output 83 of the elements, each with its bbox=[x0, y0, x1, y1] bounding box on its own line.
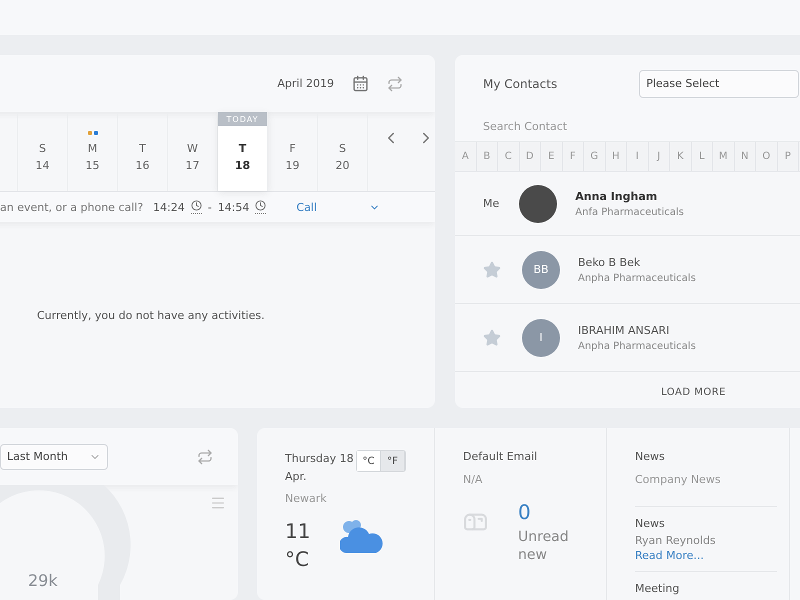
letter-filter[interactable]: K bbox=[670, 142, 692, 171]
day-cell[interactable]: T 16 bbox=[118, 112, 168, 191]
letter-filter[interactable]: D bbox=[520, 142, 541, 171]
contact-name: Anna Ingham bbox=[575, 190, 658, 202]
company-name: Anpha Pharmaceuticals bbox=[578, 272, 696, 284]
empty-message: Currently, you do not have any activities. bbox=[37, 308, 265, 322]
temperature: 11 bbox=[285, 519, 310, 543]
period-select[interactable]: Last Month bbox=[0, 444, 108, 470]
day-cell[interactable]: TODAY T 18 bbox=[218, 112, 268, 191]
dash: - bbox=[208, 200, 212, 214]
weekday-label: M bbox=[88, 141, 98, 157]
news-title: Meeting bbox=[635, 582, 680, 595]
news-title: News bbox=[635, 517, 666, 530]
weather-date: Thursday 18 Apr. bbox=[285, 451, 354, 485]
date-label: 18 bbox=[234, 158, 250, 174]
letter-filter[interactable]: H bbox=[606, 142, 627, 171]
date-label: 17 bbox=[186, 158, 200, 174]
day-cell[interactable]: S 20 bbox=[318, 112, 368, 191]
letter-filter[interactable]: E bbox=[541, 142, 562, 171]
weekday-label: S bbox=[39, 141, 46, 157]
start-time: 14:24 bbox=[153, 200, 185, 214]
panel-title: My Contacts bbox=[483, 76, 558, 90]
letter-filter[interactable]: N bbox=[734, 142, 756, 171]
month-label: April 2019 bbox=[277, 77, 334, 90]
date-label: 14 bbox=[36, 158, 50, 174]
weekday-label: T bbox=[238, 141, 246, 157]
avatar-placeholder bbox=[519, 184, 558, 222]
unread-count: 0 bbox=[518, 500, 532, 524]
calendar-icon[interactable] bbox=[352, 75, 369, 92]
news-text: Company News bbox=[635, 473, 722, 486]
news-title: News bbox=[635, 450, 666, 463]
cloud-icon bbox=[340, 519, 384, 555]
news-text: Ryan Reynolds Read More... bbox=[635, 533, 717, 563]
unread-label: Unread new bbox=[518, 528, 570, 564]
day-cell[interactable]: F 19 bbox=[268, 112, 318, 191]
weekday-label: W bbox=[187, 141, 198, 157]
unit-toggle[interactable]: °C bbox=[357, 451, 381, 471]
clock-icon[interactable] bbox=[255, 200, 266, 214]
filter-select[interactable]: Please Select bbox=[639, 70, 800, 98]
star-icon[interactable] bbox=[483, 260, 501, 278]
contact-name: IBRAHIM ANSARI bbox=[578, 324, 670, 336]
day-cell[interactable]: M 15 bbox=[68, 112, 118, 191]
initials-avatar: I bbox=[522, 318, 560, 356]
date-label: 19 bbox=[286, 158, 300, 174]
letter-filter[interactable]: B bbox=[476, 142, 498, 171]
letter-filter[interactable]: P bbox=[778, 142, 799, 171]
weekday-label: F bbox=[289, 141, 296, 157]
star-icon[interactable] bbox=[483, 328, 501, 346]
company-name: Anfa Pharmaceuticals bbox=[575, 206, 684, 218]
date-label: 15 bbox=[86, 158, 100, 174]
initials-avatar: BB bbox=[522, 250, 560, 288]
date-label: 16 bbox=[136, 158, 150, 174]
company-name: Anpha Pharmaceuticals bbox=[578, 340, 696, 352]
refresh-icon[interactable] bbox=[197, 448, 213, 464]
event-input[interactable]: an event, or a phone call? bbox=[0, 200, 150, 214]
letter-filter[interactable]: O bbox=[756, 142, 778, 171]
day-cell[interactable]: S 14 bbox=[18, 112, 68, 191]
end-time: 14:54 bbox=[218, 200, 250, 214]
letter-filter[interactable]: J bbox=[648, 142, 670, 171]
refresh-icon[interactable] bbox=[387, 76, 403, 92]
letter-filter[interactable]: C bbox=[498, 142, 520, 171]
load-more-button[interactable]: LOAD MORE bbox=[655, 386, 732, 399]
read-more-link[interactable]: Read More... bbox=[635, 549, 704, 562]
letter-filter[interactable]: L bbox=[692, 142, 713, 171]
contact-name: Beko B Bek bbox=[578, 256, 642, 268]
city-label: Newark bbox=[285, 492, 328, 505]
today-tag: TODAY bbox=[218, 112, 267, 126]
letter-filter[interactable]: A bbox=[455, 142, 476, 171]
weekday-label: S bbox=[339, 141, 346, 157]
letter-filter[interactable]: I bbox=[627, 142, 648, 171]
email-address: N/A bbox=[463, 473, 484, 486]
type-select[interactable]: Call bbox=[296, 200, 380, 214]
clock-icon[interactable] bbox=[190, 200, 202, 214]
letter-filter[interactable]: G bbox=[584, 142, 606, 171]
chart-value: 29k bbox=[28, 571, 58, 590]
letter-filter[interactable]: M bbox=[713, 142, 734, 171]
me-label: Me bbox=[483, 197, 500, 210]
letter-filter[interactable]: F bbox=[562, 142, 584, 171]
temperature-unit: °C bbox=[285, 547, 310, 571]
date-label: 20 bbox=[336, 158, 350, 174]
unit-toggle[interactable]: °F bbox=[381, 451, 405, 471]
weekday-label: T bbox=[139, 141, 146, 157]
panel-title: Default Email bbox=[463, 450, 538, 463]
